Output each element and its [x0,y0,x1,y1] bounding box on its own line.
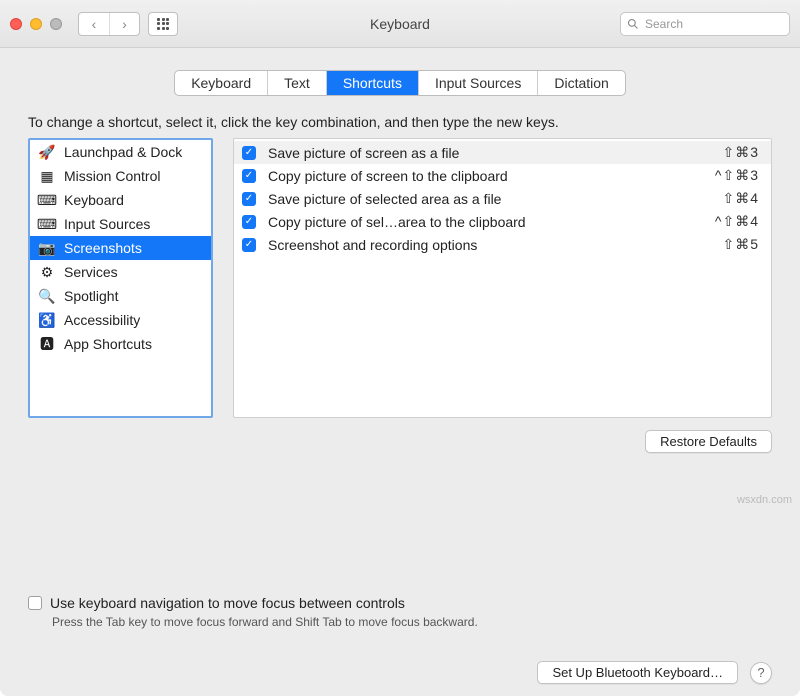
sidebar-item-app-shortcuts[interactable]: 🅰 App Shortcuts [30,332,211,356]
shortcut-row[interactable]: ✓ Copy picture of sel…area to the clipbo… [234,210,771,233]
watermark: wsxdn.com [737,494,792,506]
show-all-button[interactable] [148,12,178,36]
sidebar-item-screenshots[interactable]: 📷 Screenshots [30,236,211,260]
checkbox[interactable]: ✓ [242,192,256,206]
shortcut-row[interactable]: ✓ Copy picture of screen to the clipboar… [234,164,771,187]
sidebar-item-label: Keyboard [64,192,124,208]
shortcut-label: Copy picture of sel…area to the clipboar… [268,214,703,230]
titlebar: ‹ › Keyboard Search [0,0,800,48]
tab-keyboard[interactable]: Keyboard [175,71,268,95]
tab-row: Keyboard Text Shortcuts Input Sources Di… [174,70,626,96]
shortcut-keys[interactable]: ^⇧⌘3 [715,167,759,184]
keyboard-nav-hint: Press the Tab key to move focus forward … [52,615,772,629]
restore-row: Restore Defaults [28,430,772,453]
tabs: Keyboard Text Shortcuts Input Sources Di… [28,70,772,96]
keyboard-nav-row: Use keyboard navigation to move focus be… [28,595,772,611]
restore-defaults-button[interactable]: Restore Defaults [645,430,772,453]
sidebar-item-label: App Shortcuts [64,336,152,352]
footer: Set Up Bluetooth Keyboard… ? [28,661,772,684]
search-input[interactable]: Search [620,12,790,36]
nav-buttons: ‹ › [78,12,140,36]
keyboard-icon: ⌨ [38,191,56,209]
zoom-icon[interactable] [50,18,62,30]
launchpad-icon: 🚀 [38,143,56,161]
shortcut-label: Save picture of screen as a file [268,145,710,161]
search-placeholder: Search [645,17,683,31]
sidebar-item-services[interactable]: ⚙ Services [30,260,211,284]
sidebar-item-label: Launchpad & Dock [64,144,182,160]
sidebar-item-label: Input Sources [64,216,150,232]
sidebar-item-accessibility[interactable]: ♿ Accessibility [30,308,211,332]
shortcut-label: Save picture of selected area as a file [268,191,710,207]
screenshots-icon: 📷 [38,239,56,257]
bluetooth-keyboard-button[interactable]: Set Up Bluetooth Keyboard… [537,661,738,684]
minimize-icon[interactable] [30,18,42,30]
sidebar-item-label: Mission Control [64,168,160,184]
category-sidebar[interactable]: 🚀 Launchpad & Dock ▦ Mission Control ⌨ Keyb… [28,138,213,418]
tab-dictation[interactable]: Dictation [538,71,624,95]
shortcut-keys[interactable]: ⇧⌘4 [722,190,759,207]
close-icon[interactable] [10,18,22,30]
spotlight-icon: 🔍 [38,287,56,305]
shortcut-row[interactable]: ✓ Save picture of selected area as a fil… [234,187,771,210]
app-shortcuts-icon: 🅰 [38,335,56,353]
tab-shortcuts[interactable]: Shortcuts [327,71,419,95]
shortcut-label: Screenshot and recording options [268,237,710,253]
shortcut-row[interactable]: ✓ Screenshot and recording options ⇧⌘5 [234,233,771,256]
sidebar-item-input-sources[interactable]: ⌨ Input Sources [30,212,211,236]
keyboard-nav-section: Use keyboard navigation to move focus be… [28,595,772,629]
mission-control-icon: ▦ [38,167,56,185]
keyboard-nav-checkbox[interactable] [28,596,42,610]
checkbox[interactable]: ✓ [242,169,256,183]
sidebar-item-mission-control[interactable]: ▦ Mission Control [30,164,211,188]
sidebar-item-label: Accessibility [64,312,140,328]
grid-icon [157,18,169,30]
sidebar-item-label: Spotlight [64,288,118,304]
sidebar-item-label: Screenshots [64,240,142,256]
keyboard-nav-label: Use keyboard navigation to move focus be… [50,595,405,611]
content: Keyboard Text Shortcuts Input Sources Di… [0,48,800,696]
shortcut-row[interactable]: ✓ Save picture of screen as a file ⇧⌘3 [234,141,771,164]
services-icon: ⚙ [38,263,56,281]
checkbox[interactable]: ✓ [242,215,256,229]
search-icon [627,18,639,30]
back-button[interactable]: ‹ [79,13,109,35]
checkbox[interactable]: ✓ [242,146,256,160]
sidebar-item-keyboard[interactable]: ⌨ Keyboard [30,188,211,212]
shortcut-list[interactable]: ✓ Save picture of screen as a file ⇧⌘3 ✓… [233,138,772,418]
panes: 🚀 Launchpad & Dock ▦ Mission Control ⌨ Keyb… [28,138,772,418]
window-controls [10,18,62,30]
shortcut-keys[interactable]: ⇧⌘5 [722,236,759,253]
input-sources-icon: ⌨ [38,215,56,233]
sidebar-item-spotlight[interactable]: 🔍 Spotlight [30,284,211,308]
sidebar-item-label: Services [64,264,118,280]
shortcut-keys[interactable]: ^⇧⌘4 [715,213,759,230]
tab-text[interactable]: Text [268,71,327,95]
preferences-window: ‹ › Keyboard Search Keyboard Text Shortc… [0,0,800,696]
checkbox[interactable]: ✓ [242,238,256,252]
shortcut-keys[interactable]: ⇧⌘3 [722,144,759,161]
tab-input-sources[interactable]: Input Sources [419,71,538,95]
accessibility-icon: ♿ [38,311,56,329]
sidebar-item-launchpad[interactable]: 🚀 Launchpad & Dock [30,140,211,164]
instructions: To change a shortcut, select it, click t… [28,114,772,130]
help-button[interactable]: ? [750,662,772,684]
shortcut-label: Copy picture of screen to the clipboard [268,168,703,184]
forward-button[interactable]: › [109,13,139,35]
